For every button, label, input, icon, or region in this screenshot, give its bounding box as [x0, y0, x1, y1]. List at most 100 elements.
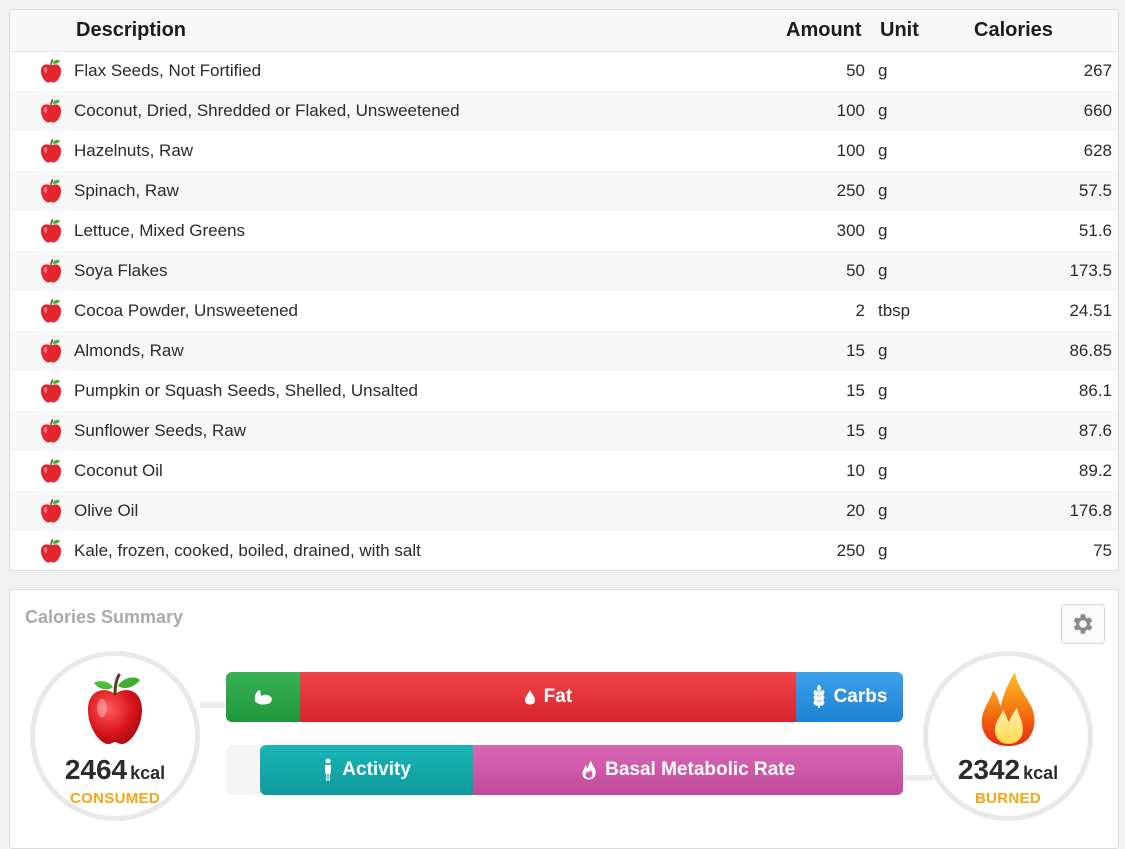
- food-calories: 86.1: [1078, 381, 1112, 400]
- food-unit: g: [878, 261, 888, 280]
- food-calories: 267: [1083, 61, 1112, 80]
- food-amount: 15: [846, 341, 865, 360]
- consumed-unit: kcal: [130, 763, 166, 783]
- food-unit: g: [878, 461, 888, 480]
- table-row[interactable]: Flax Seeds, Not Fortified 50 g 267: [10, 51, 1118, 91]
- burned-label: BURNED: [975, 790, 1041, 807]
- consumed-value: 2464: [64, 754, 128, 785]
- fat-label: Fat: [543, 686, 573, 707]
- table-row[interactable]: Almonds, Raw 15 g 86.85: [10, 331, 1118, 371]
- carbs-label: Carbs: [833, 686, 888, 707]
- food-description[interactable]: Kale, frozen, cooked, boiled, drained, w…: [74, 541, 421, 561]
- food-calories: 24.51: [1069, 301, 1112, 320]
- burned-value: 2342: [957, 754, 1021, 785]
- muscle-arm-icon: [254, 690, 272, 705]
- food-amount: 300: [836, 221, 865, 240]
- food-calories: 51.6: [1078, 221, 1112, 240]
- apple-icon: [38, 338, 64, 364]
- table-row[interactable]: Coconut, Dried, Shredded or Flaked, Unsw…: [10, 91, 1118, 131]
- food-description[interactable]: Hazelnuts, Raw: [74, 141, 193, 161]
- food-unit: tbsp: [878, 301, 911, 320]
- table-header: Description Amount Unit Calories: [10, 10, 1118, 52]
- food-description[interactable]: Coconut, Dried, Shredded or Flaked, Unsw…: [74, 101, 460, 121]
- macro-breakdown-bar: Fat Carbs: [226, 672, 903, 722]
- food-calories: 86.85: [1069, 341, 1112, 360]
- protein-segment[interactable]: [226, 672, 300, 722]
- table-row[interactable]: Hazelnuts, Raw 100 g 628: [10, 131, 1118, 171]
- apple-icon: [38, 458, 64, 484]
- food-unit: g: [878, 341, 888, 360]
- food-amount: 15: [846, 421, 865, 440]
- apple-icon: [38, 58, 64, 84]
- settings-button[interactable]: [1061, 604, 1105, 644]
- gear-icon: [1073, 614, 1093, 634]
- activity-segment[interactable]: Activity: [259, 745, 474, 795]
- table-row[interactable]: Soya Flakes 50 g 173.5: [10, 251, 1118, 291]
- table-row[interactable]: Cocoa Powder, Unsweetened 2 tbsp 24.51: [10, 291, 1118, 331]
- summary-title: Calories Summary: [25, 607, 184, 627]
- food-description[interactable]: Cocoa Powder, Unsweetened: [74, 301, 298, 321]
- column-header-unit[interactable]: Unit: [880, 19, 919, 42]
- food-description[interactable]: Sunflower Seeds, Raw: [74, 421, 246, 441]
- apple-icon: [88, 673, 142, 744]
- food-calories: 87.6: [1078, 421, 1112, 440]
- carbs-segment[interactable]: Carbs: [796, 672, 903, 722]
- food-amount: 250: [836, 181, 865, 200]
- food-description[interactable]: Spinach, Raw: [74, 181, 179, 201]
- bmr-segment[interactable]: Basal Metabolic Rate: [473, 745, 903, 795]
- table-row[interactable]: Lettuce, Mixed Greens 300 g 51.6: [10, 211, 1118, 251]
- food-calories: 176.8: [1069, 501, 1112, 520]
- table-row[interactable]: Coconut Oil 10 g 89.2: [10, 451, 1118, 491]
- food-calories: 628: [1083, 141, 1112, 160]
- food-amount: 20: [846, 501, 865, 520]
- activity-label: Activity: [342, 759, 411, 780]
- column-header-calories[interactable]: Calories: [974, 19, 1053, 42]
- table-row[interactable]: Sunflower Seeds, Raw 15 g 87.6: [10, 411, 1118, 451]
- food-unit: g: [878, 421, 888, 440]
- calories-summary-panel: Calories Summary 2464 kcal CONSUMED 2342…: [9, 589, 1119, 849]
- food-description[interactable]: Lettuce, Mixed Greens: [74, 221, 245, 241]
- food-description[interactable]: Flax Seeds, Not Fortified: [74, 61, 261, 81]
- bmr-label: Basal Metabolic Rate: [605, 759, 796, 780]
- food-description[interactable]: Olive Oil: [74, 501, 138, 521]
- consumed-label: CONSUMED: [70, 790, 160, 807]
- table-row[interactable]: Spinach, Raw 250 g 57.5: [10, 171, 1118, 211]
- food-description[interactable]: Coconut Oil: [74, 461, 163, 481]
- food-unit: g: [878, 181, 888, 200]
- apple-icon: [38, 218, 64, 244]
- food-amount: 250: [836, 541, 865, 560]
- burn-breakdown-bar: Activity Basal Metabolic Rate: [259, 745, 903, 795]
- food-amount: 10: [846, 461, 865, 480]
- apple-icon: [38, 538, 64, 564]
- food-log-table: Description Amount Unit Calories Flax Se…: [9, 9, 1119, 571]
- column-header-amount[interactable]: Amount: [786, 19, 862, 42]
- burned-circle: 2342 kcal BURNED: [923, 651, 1093, 821]
- apple-icon: [38, 178, 64, 204]
- apple-icon: [38, 258, 64, 284]
- apple-icon: [38, 98, 64, 124]
- table-body: Flax Seeds, Not Fortified 50 g 267 Coconut, …: [10, 51, 1118, 570]
- food-amount: 2: [855, 301, 865, 320]
- burned-unit: kcal: [1023, 763, 1059, 783]
- consumed-kcal: 2464 kcal: [35, 754, 195, 786]
- table-row[interactable]: Kale, frozen, cooked, boiled, drained, w…: [10, 531, 1118, 570]
- wheat-icon: [813, 685, 824, 708]
- food-description[interactable]: Pumpkin or Squash Seeds, Shelled, Unsalt…: [74, 381, 418, 401]
- food-unit: g: [878, 221, 888, 240]
- apple-icon: [38, 298, 64, 324]
- table-row[interactable]: Pumpkin or Squash Seeds, Shelled, Unsalt…: [10, 371, 1118, 411]
- food-unit: g: [878, 501, 888, 520]
- fat-segment[interactable]: Fat: [299, 672, 797, 722]
- food-description[interactable]: Soya Flakes: [74, 261, 168, 281]
- food-description[interactable]: Almonds, Raw: [74, 341, 184, 361]
- food-calories: 173.5: [1069, 261, 1112, 280]
- food-unit: g: [878, 381, 888, 400]
- food-calories: 660: [1083, 101, 1112, 120]
- column-header-description[interactable]: Description: [76, 19, 186, 42]
- table-row[interactable]: Olive Oil 20 g 176.8: [10, 491, 1118, 531]
- apple-icon: [38, 138, 64, 164]
- food-amount: 15: [846, 381, 865, 400]
- consumed-circle: 2464 kcal CONSUMED: [30, 651, 200, 821]
- food-unit: g: [878, 101, 888, 120]
- food-unit: g: [878, 141, 888, 160]
